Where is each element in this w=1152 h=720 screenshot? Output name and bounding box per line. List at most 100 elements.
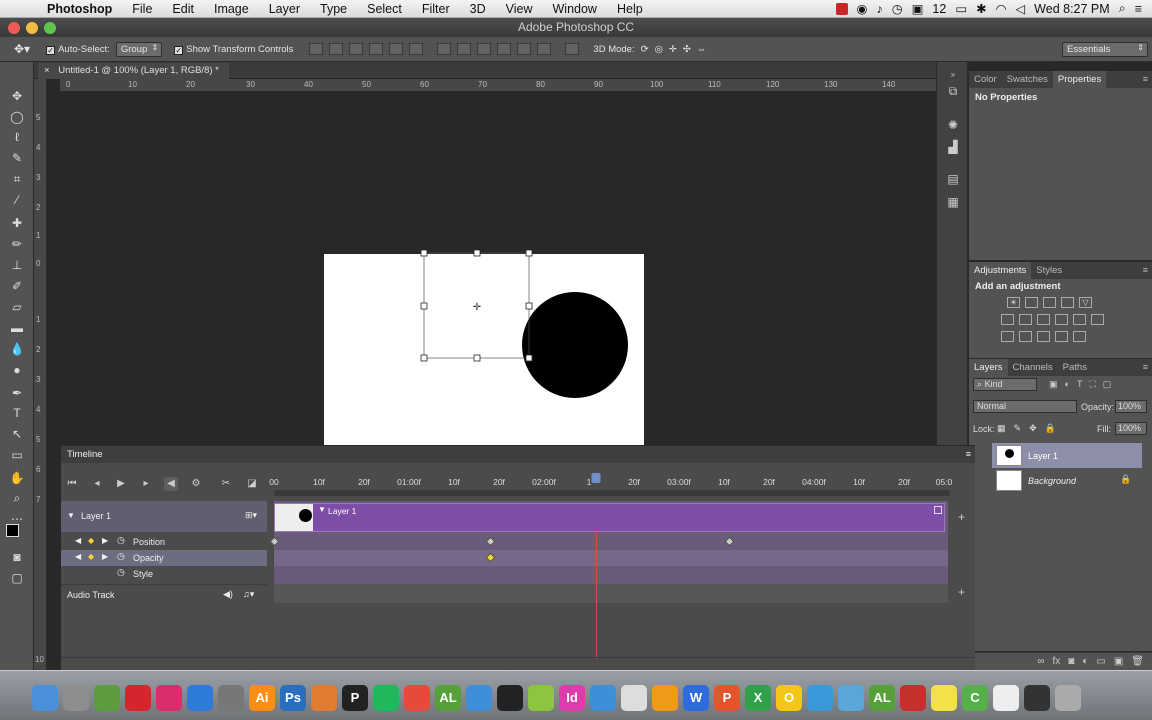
menu-help[interactable]: Help: [608, 2, 654, 16]
auto-select-dropdown[interactable]: Group: [115, 41, 163, 57]
dock-app-p[interactable]: P: [714, 685, 740, 711]
keyframe-icon[interactable]: [724, 536, 735, 547]
tab-styles[interactable]: Styles: [1031, 262, 1067, 279]
close-doc-icon[interactable]: ×: [44, 65, 50, 76]
distribute-right-icon[interactable]: [537, 43, 552, 55]
dock-app-id[interactable]: Id: [559, 685, 585, 711]
dock-app-radio[interactable]: [652, 685, 678, 711]
auto-align-icon[interactable]: [565, 43, 580, 55]
foreground-color-swatch[interactable]: [6, 524, 19, 537]
keyframe-icon[interactable]: [485, 536, 496, 547]
workspace-dropdown[interactable]: Essentials: [1062, 42, 1148, 57]
dock-app-safari[interactable]: [590, 685, 616, 711]
distribute-vcenter-icon[interactable]: [457, 43, 472, 55]
history-icon[interactable]: ⧉: [946, 84, 960, 98]
lock-pixels-icon[interactable]: ✎: [1014, 423, 1022, 434]
audio-track-header[interactable]: Audio Track ◀) ♫▾: [61, 584, 267, 602]
prev-keyframe-icon[interactable]: ◀: [75, 552, 81, 561]
menu-file[interactable]: File: [123, 2, 163, 16]
notes-icon[interactable]: ▦: [946, 195, 960, 209]
eye-icon[interactable]: ◉: [857, 1, 868, 16]
3d-drag-icon[interactable]: ✛: [669, 44, 677, 55]
next-keyframe-icon[interactable]: ▶: [102, 552, 108, 561]
layer-row-layer1[interactable]: Layer 1: [992, 443, 1142, 468]
align-right-icon[interactable]: [409, 43, 424, 55]
stopwatch-icon[interactable]: ◷: [117, 567, 125, 578]
menu-select[interactable]: Select: [358, 2, 413, 16]
gradient-map-icon[interactable]: [1073, 331, 1086, 342]
dock-app-pdf[interactable]: [900, 685, 926, 711]
dock-app-xcode[interactable]: [807, 685, 833, 711]
settings-gear-icon[interactable]: ⚙: [189, 477, 203, 491]
dock-app-o[interactable]: O: [776, 685, 802, 711]
work-area-bar[interactable]: [274, 490, 950, 496]
history-brush-tool-icon[interactable]: ✐: [8, 278, 26, 294]
keyframe-icon[interactable]: [485, 552, 496, 563]
brush-tool-icon[interactable]: ✏: [8, 236, 26, 252]
go-to-first-frame-icon[interactable]: ⏮: [65, 477, 79, 491]
align-left-icon[interactable]: [369, 43, 384, 55]
healing-brush-tool-icon[interactable]: ✚: [8, 215, 26, 231]
3d-scale-icon[interactable]: ⇔: [697, 44, 707, 55]
reference-point-icon[interactable]: ✛: [473, 302, 481, 313]
brightness-icon[interactable]: ☀: [1007, 297, 1020, 308]
battery-icon[interactable]: ▭: [955, 1, 967, 16]
distribute-top-icon[interactable]: [437, 43, 452, 55]
add-mask-icon[interactable]: ◙: [1068, 656, 1074, 667]
quick-select-tool-icon[interactable]: ✎: [8, 150, 26, 166]
collapse-icon[interactable]: »: [946, 68, 960, 82]
curves-icon[interactable]: [1043, 297, 1056, 308]
menu-image[interactable]: Image: [205, 2, 260, 16]
timeline-ruler[interactable]: 00 10f 20f 01:00f 10f 20f 02:00f 1 20f 03:00f 10f 2…: [269, 470, 954, 498]
fill-field[interactable]: 100%: [1115, 422, 1147, 435]
dock-app-live[interactable]: [94, 685, 120, 711]
dock-app-network[interactable]: [838, 685, 864, 711]
panel-menu-icon[interactable]: ≡: [1143, 262, 1152, 279]
audio-volume-icon[interactable]: ◀): [223, 589, 233, 600]
marquee-tool-icon[interactable]: ◯: [8, 109, 26, 125]
clone-stamp-tool-icon[interactable]: ⊥: [8, 257, 26, 273]
position-property-row[interactable]: ◀ ◆ ▶ ◷ Position: [61, 534, 267, 550]
levels-icon[interactable]: [1025, 297, 1038, 308]
record-icon[interactable]: [835, 2, 848, 15]
path-select-tool-icon[interactable]: ↖: [8, 426, 26, 442]
dock-app-chrome[interactable]: [404, 685, 430, 711]
zoom-window-button[interactable]: [44, 22, 56, 34]
blur-tool-icon[interactable]: 💧: [8, 341, 26, 357]
panel-menu-icon[interactable]: ≡: [966, 446, 971, 463]
expand-triangle-icon[interactable]: ▼: [67, 511, 75, 520]
minimize-window-button[interactable]: [26, 22, 38, 34]
panel-menu-icon[interactable]: ≡: [1143, 71, 1152, 88]
3d-rotate-icon[interactable]: ⟳: [641, 44, 649, 55]
layer-row-background[interactable]: Background 🔒: [992, 468, 1142, 493]
invert-icon[interactable]: [1001, 331, 1014, 342]
add-track-icon[interactable]: +: [958, 510, 965, 524]
position-keyframe-lane[interactable]: [269, 534, 948, 550]
dock-app-al[interactable]: AL: [869, 685, 895, 711]
zoom-level[interactable]: 10: [35, 655, 44, 664]
opacity-property-row[interactable]: ◀ ◆ ▶ ◷ Opacity: [61, 550, 267, 566]
black-circle[interactable]: [522, 292, 628, 398]
shape-tool-icon[interactable]: ▭: [8, 447, 26, 463]
photo-filter-icon[interactable]: [1055, 314, 1068, 325]
menu-3d[interactable]: 3D: [461, 2, 497, 16]
new-adjustment-icon[interactable]: ◐: [1082, 656, 1088, 667]
tab-swatches[interactable]: Swatches: [1002, 71, 1053, 88]
new-layer-icon[interactable]: ▣: [1114, 656, 1123, 667]
dock-app-screen[interactable]: [1024, 685, 1050, 711]
clip-collapse-icon[interactable]: ▼: [318, 505, 326, 514]
keyframe-toggle-icon[interactable]: ◆: [88, 552, 94, 561]
dock-app-launchpad[interactable]: [63, 685, 89, 711]
type-tool-icon[interactable]: T: [8, 405, 26, 421]
dock-app-trash[interactable]: [1055, 685, 1081, 711]
layer-name[interactable]: Layer 1: [1028, 451, 1058, 461]
align-top-icon[interactable]: [309, 43, 324, 55]
document-tab[interactable]: × Untitled-1 @ 100% (Layer 1, RGB/8) *: [38, 63, 229, 79]
close-window-button[interactable]: [8, 22, 20, 34]
next-frame-icon[interactable]: ▸: [139, 477, 153, 491]
screen-mode-icon[interactable]: ▢: [8, 570, 26, 586]
align-bottom-icon[interactable]: [349, 43, 364, 55]
clock[interactable]: Wed 8:27 PM: [1034, 2, 1110, 16]
menu-type[interactable]: Type: [311, 2, 358, 16]
layer-comps-icon[interactable]: ▤: [946, 172, 960, 186]
